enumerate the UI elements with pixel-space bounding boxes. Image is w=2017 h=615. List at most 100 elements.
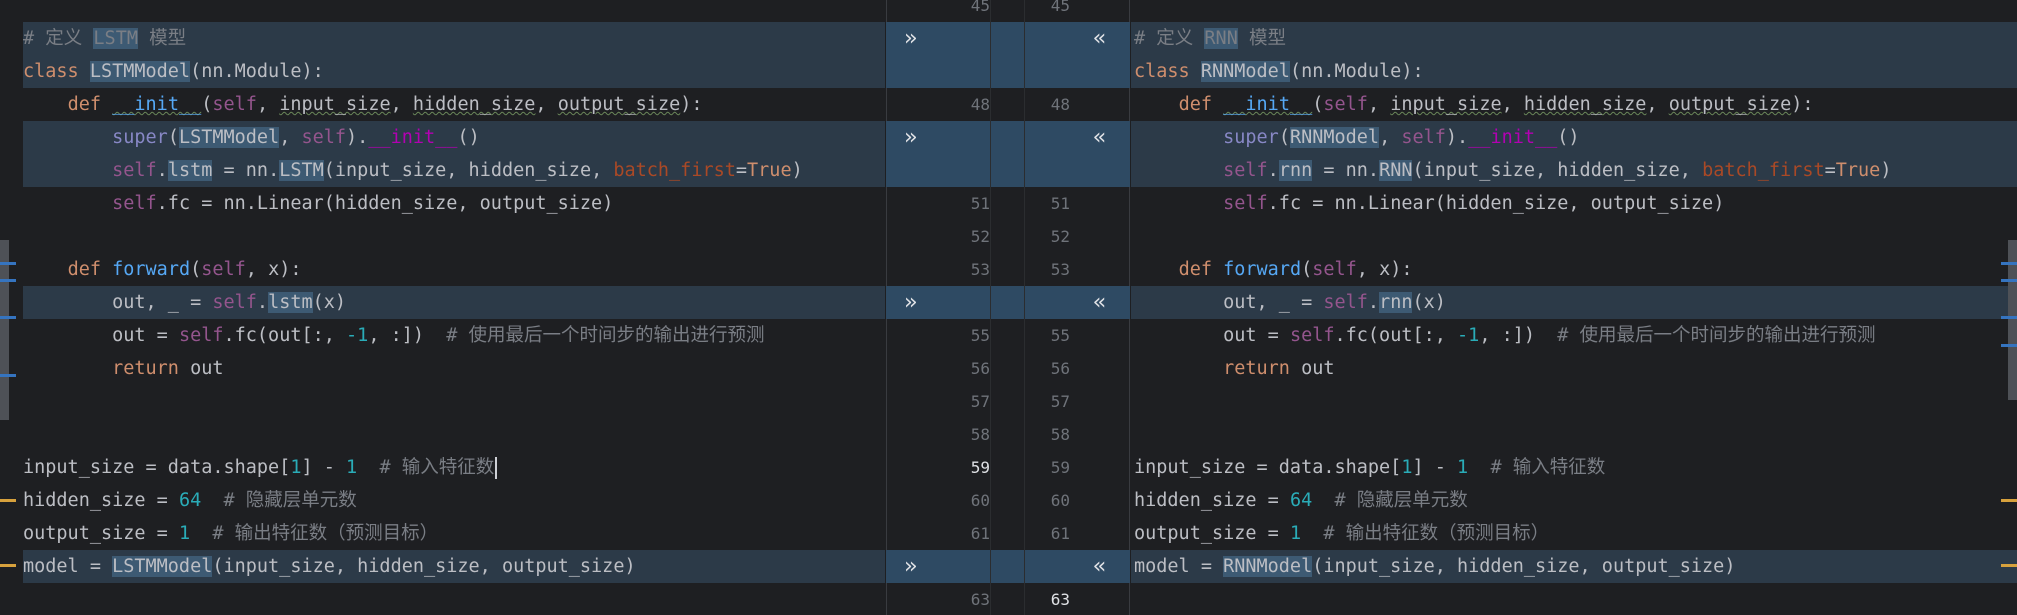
change-marker bbox=[0, 279, 16, 282]
code-line: model = RNNModel(input_size, hidden_size… bbox=[1131, 550, 2017, 583]
gutter-row: 55 55 bbox=[886, 319, 1130, 352]
code-line: hidden_size = 64 # 隐藏层单元数 bbox=[23, 490, 357, 511]
code-line: out = self.fc(out[:, -1, :]) # 使用最后一个时间步… bbox=[1223, 325, 1876, 346]
change-marker bbox=[2001, 344, 2017, 347]
right-line-number: 58 bbox=[1050, 425, 1070, 444]
gutter-row: 51 51 bbox=[886, 187, 1130, 220]
change-marker bbox=[0, 316, 16, 319]
code-line: hidden_size = 64 # 隐藏层单元数 bbox=[1134, 490, 1468, 511]
gutter-row bbox=[886, 55, 1130, 88]
apply-change-right-icon[interactable]: » bbox=[904, 22, 917, 55]
warning-marker bbox=[2001, 499, 2017, 502]
left-line-number: 45 bbox=[970, 0, 990, 15]
code-line: output_size = 1 # 输出特征数（预测目标） bbox=[1134, 523, 1550, 544]
warning-marker bbox=[0, 499, 16, 502]
warning-marker bbox=[0, 564, 16, 567]
right-line-number: 52 bbox=[1050, 227, 1070, 246]
change-marker bbox=[2001, 262, 2017, 265]
code-line: self.lstm = nn.LSTM(input_size, hidden_s… bbox=[0, 154, 885, 187]
gutter-row: 48 48 bbox=[886, 88, 1130, 121]
left-line-number: 51 bbox=[970, 194, 990, 213]
left-editor-pane[interactable]: # 定义 LSTM 模型 class LSTMModel(nn.Module):… bbox=[0, 0, 885, 615]
left-line-number bbox=[950, 286, 990, 319]
left-line-number: 61 bbox=[970, 524, 990, 543]
right-line-number: 57 bbox=[1050, 392, 1070, 411]
right-line-number: 51 bbox=[1050, 194, 1070, 213]
left-line-number: 59 bbox=[970, 458, 990, 477]
right-line-number bbox=[1030, 22, 1070, 55]
right-line-number: 61 bbox=[1050, 524, 1070, 543]
gutter-row: » « bbox=[886, 550, 1130, 583]
left-line-number: 55 bbox=[970, 326, 990, 345]
apply-change-left-icon[interactable]: « bbox=[1093, 121, 1106, 154]
left-line-number: 52 bbox=[970, 227, 990, 246]
gutter-row: 60 60 bbox=[886, 484, 1130, 517]
gutter-row: 52 52 bbox=[886, 220, 1130, 253]
left-line-number: 56 bbox=[970, 359, 990, 378]
apply-change-right-icon[interactable]: » bbox=[904, 550, 917, 583]
gutter-row: 59 59 bbox=[886, 451, 1130, 484]
left-line-number bbox=[950, 121, 990, 154]
left-line-number bbox=[950, 154, 990, 187]
right-line-number: 45 bbox=[1050, 0, 1070, 15]
gutter-row: » « bbox=[886, 286, 1130, 319]
gutter-row: 57 57 bbox=[886, 385, 1130, 418]
code-line: self.fc = nn.Linear(hidden_size, output_… bbox=[112, 193, 614, 214]
apply-change-right-icon[interactable]: » bbox=[904, 121, 917, 154]
apply-change-right-icon[interactable]: » bbox=[904, 286, 917, 319]
right-editor-pane[interactable]: # 定义 RNN 模型 class RNNModel(nn.Module): d… bbox=[1131, 0, 2017, 615]
left-line-number bbox=[950, 22, 990, 55]
code-line: def forward(self, x): bbox=[67, 259, 302, 280]
apply-change-left-icon[interactable]: « bbox=[1093, 22, 1106, 55]
code-line: super(RNNModel, self).__init__() bbox=[1131, 121, 2017, 154]
code-line: # 定义 LSTM 模型 bbox=[0, 22, 885, 55]
gutter-row: 63 63 bbox=[886, 583, 1130, 615]
left-line-number bbox=[950, 55, 990, 88]
gutter-row: » « bbox=[886, 22, 1130, 55]
code-line: class LSTMModel(nn.Module): bbox=[0, 55, 885, 88]
right-line-number: 53 bbox=[1050, 260, 1070, 279]
code-line: def __init__(self, input_size, hidden_si… bbox=[1178, 94, 1814, 115]
left-line-number: 58 bbox=[970, 425, 990, 444]
right-line-number bbox=[1030, 121, 1070, 154]
left-line-number: 60 bbox=[970, 491, 990, 510]
code-line: def __init__(self, input_size, hidden_si… bbox=[67, 94, 703, 115]
left-line-number: 53 bbox=[970, 260, 990, 279]
code-line: out, _ = self.lstm(x) bbox=[0, 286, 885, 319]
right-line-number: 56 bbox=[1050, 359, 1070, 378]
gutter-row: 61 61 bbox=[886, 517, 1130, 550]
code-line: self.fc = nn.Linear(hidden_size, output_… bbox=[1223, 193, 1725, 214]
code-line: super(LSTMModel, self).__init__() bbox=[0, 121, 885, 154]
right-line-number bbox=[1030, 550, 1070, 583]
apply-change-left-icon[interactable]: « bbox=[1093, 550, 1106, 583]
left-line-number: 57 bbox=[970, 392, 990, 411]
change-marker bbox=[0, 262, 16, 265]
code-line: input_size = data.shape[1] - 1 # 输入特征数 bbox=[1134, 457, 1606, 478]
right-line-number bbox=[1030, 286, 1070, 319]
text-cursor bbox=[495, 457, 498, 479]
gutter-row: » « bbox=[886, 121, 1130, 154]
code-line: class RNNModel(nn.Module): bbox=[1131, 55, 2017, 88]
right-line-number: 55 bbox=[1050, 326, 1070, 345]
gutter-row bbox=[886, 154, 1130, 187]
diff-gutter: 45 45» «48 48» «51 51 52 52 53 53» «55 55 56 56 57 57 58… bbox=[886, 0, 1130, 615]
code-line: return out bbox=[1223, 358, 1335, 379]
gutter-row: 53 53 bbox=[886, 253, 1130, 286]
code-line: model = LSTMModel(input_size, hidden_siz… bbox=[0, 550, 885, 583]
left-line-number: 63 bbox=[970, 590, 990, 609]
left-line-number bbox=[950, 550, 990, 583]
code-line: out = self.fc(out[:, -1, :]) # 使用最后一个时间步… bbox=[112, 325, 765, 346]
change-marker bbox=[2001, 279, 2017, 282]
code-line: output_size = 1 # 输出特征数（预测目标） bbox=[23, 523, 439, 544]
warning-marker bbox=[2001, 564, 2017, 567]
apply-change-left-icon[interactable]: « bbox=[1093, 286, 1106, 319]
code-line: # 定义 RNN 模型 bbox=[1131, 22, 2017, 55]
gutter-row: 45 45 bbox=[886, 0, 1130, 22]
code-line: input_size = data.shape[1] - 1 # 输入特征数 bbox=[0, 451, 885, 484]
change-marker bbox=[0, 374, 16, 377]
code-line: def forward(self, x): bbox=[1178, 259, 1413, 280]
change-marker bbox=[2001, 316, 2017, 319]
left-scroll-thumb[interactable] bbox=[0, 240, 9, 420]
right-line-number bbox=[1030, 55, 1070, 88]
